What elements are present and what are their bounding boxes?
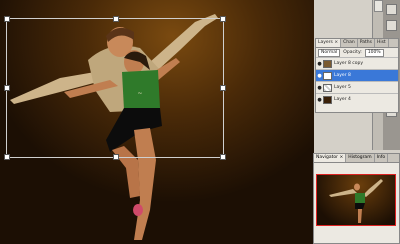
navigator-thumbnail — [329, 179, 383, 223]
navigator-panel-tabs: Navigator × Histogram Info — [314, 154, 399, 163]
layer-thumbnail — [323, 71, 332, 80]
layer-options-bar: Normal Opacity: 100% — [316, 48, 398, 57]
transform-bounding-box[interactable] — [4, 16, 226, 160]
tab-histogram[interactable]: Histogram — [346, 154, 375, 162]
transform-handle[interactable] — [220, 16, 226, 22]
document-canvas[interactable]: ~ — [0, 0, 314, 244]
layer-name: Layer 5 — [334, 85, 351, 90]
tab-history[interactable]: Hist — [375, 39, 389, 47]
tab-channels[interactable]: Chan — [341, 39, 358, 47]
transform-handle[interactable] — [4, 85, 10, 91]
blend-mode-select[interactable]: Normal — [318, 48, 341, 57]
transform-handle[interactable] — [113, 16, 119, 22]
layer-thumbnail — [323, 59, 332, 68]
opacity-field[interactable]: 100% — [364, 48, 384, 57]
tab-paths[interactable]: Paths — [358, 39, 375, 47]
opacity-label: Opacity: — [343, 50, 362, 55]
visibility-eye-icon[interactable]: ● — [316, 85, 323, 91]
layer-name: Layer 8 copy — [334, 61, 364, 66]
transform-handle[interactable] — [4, 154, 10, 160]
layers-panel-tabs: Layers × Chan Paths Hist — [316, 39, 398, 48]
transform-handle[interactable] — [220, 85, 226, 91]
panel-icon[interactable] — [386, 4, 397, 15]
transform-handle[interactable] — [220, 154, 226, 160]
visibility-eye-icon[interactable]: ● — [316, 97, 323, 103]
navigator-panel: Navigator × Histogram Info — [313, 153, 400, 244]
scrollbar-up-arrow[interactable] — [374, 0, 383, 12]
navigator-view-box[interactable] — [316, 174, 396, 226]
layer-thumbnail — [323, 83, 332, 92]
layer-row[interactable]: ● Layer 8 copy — [316, 57, 398, 69]
transform-handle[interactable] — [4, 16, 10, 22]
layer-name: Layer 8 — [334, 73, 351, 78]
layer-name: Layer 4 — [334, 97, 351, 102]
layer-thumbnail — [323, 95, 332, 104]
tab-info[interactable]: Info — [375, 154, 389, 162]
tab-layers[interactable]: Layers × — [316, 39, 342, 47]
layer-row[interactable]: ● Layer 8 — [316, 69, 398, 81]
layer-row[interactable]: ● Layer 4 — [316, 93, 398, 105]
transform-handle[interactable] — [113, 154, 119, 160]
visibility-eye-icon[interactable]: ● — [316, 61, 323, 67]
visibility-eye-icon[interactable]: ● — [316, 73, 323, 79]
tab-navigator[interactable]: Navigator × — [314, 154, 347, 162]
panel-icon[interactable] — [386, 20, 397, 31]
layers-panel: Layers × Chan Paths Hist Normal Opacity:… — [315, 38, 399, 113]
layer-row[interactable]: ● Layer 5 — [316, 81, 398, 93]
